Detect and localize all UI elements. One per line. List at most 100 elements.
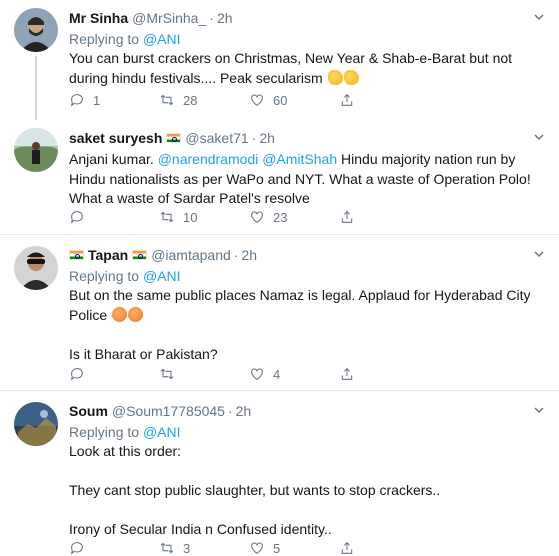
share-button[interactable]	[339, 540, 429, 556]
reply-icon	[70, 94, 83, 107]
replying-to-label: Replying to	[69, 268, 143, 284]
tweet-line: What a waste of Sardar Patel's resolve	[69, 190, 310, 206]
tweet-line: You can burst crackers on Christmas, New…	[69, 50, 513, 66]
tweet-line: Irony of Secular India n Confused identi…	[69, 521, 332, 537]
chevron-down-icon[interactable]	[533, 247, 545, 265]
tweet-4[interactable]: Soum @Soum17785045 · 2h Replying to @ANI…	[0, 391, 559, 556]
author-name[interactable]: Tapan	[88, 247, 128, 263]
reply-count: 1	[93, 92, 101, 108]
tweet-timestamp[interactable]: 2h	[217, 10, 233, 26]
retweet-button[interactable]: 3	[159, 540, 249, 556]
author-handle[interactable]: @Soum17785045	[112, 403, 225, 419]
tweet-feed: Mr Sinha @MrSinha_ · 2h Replying to @ANI…	[0, 0, 559, 556]
avatar[interactable]	[14, 8, 58, 52]
tweet-line: during hindu festivals.... Peak seculari…	[69, 69, 323, 86]
mention-link[interactable]: @narendramodi	[158, 151, 259, 167]
replying-to-link[interactable]: @ANI	[143, 268, 181, 284]
like-count: 4	[273, 366, 281, 382]
replying-to: Replying to @ANI	[69, 266, 531, 286]
separator-dot: ·	[233, 247, 239, 263]
tweet-line: Anjani kumar. @narendramodi @AmitShah Hi…	[69, 150, 531, 170]
retweet-count: 3	[183, 540, 191, 556]
tweet-3[interactable]: Tapan @iamtapand · 2h Replying to @ANI B…	[0, 235, 559, 390]
replying-to: Replying to @ANI	[69, 29, 531, 49]
heart-icon	[251, 368, 263, 380]
like-count: 60	[273, 92, 288, 108]
separator-dot: ·	[209, 10, 214, 26]
clapping-hands-emoji	[343, 69, 359, 85]
like-count: 23	[273, 209, 288, 225]
angry-face-emoji	[128, 306, 144, 322]
india-flag-icon	[166, 133, 182, 143]
avatar[interactable]	[14, 128, 58, 172]
share-button[interactable]	[339, 209, 429, 225]
replying-to-label: Replying to	[69, 31, 143, 47]
author-handle[interactable]: @MrSinha_	[132, 10, 206, 26]
tweet-actions: 10 23	[69, 209, 429, 225]
avatar[interactable]	[14, 402, 58, 446]
tweet-line: Is it Bharat or Pakistan?	[69, 345, 218, 362]
tweet-prefix: Anjani kumar.	[69, 151, 158, 167]
tweet-text: Look at this order: They cant stop publi…	[69, 442, 531, 540]
author-name[interactable]: saket suryesh	[69, 130, 162, 146]
heart-icon	[251, 542, 263, 554]
like-count: 5	[273, 540, 281, 556]
replying-to-link[interactable]: @ANI	[143, 424, 181, 440]
reply-button[interactable]	[69, 366, 159, 382]
tweet-line: But on the same public places Namaz is l…	[69, 287, 531, 303]
retweet-count: 28	[183, 92, 198, 108]
tweet-line-wrap: Police	[69, 306, 531, 326]
retweet-button[interactable]: 28	[159, 92, 249, 108]
tweet-actions: 1 28 60	[69, 92, 429, 108]
reply-button[interactable]: 1	[69, 92, 159, 108]
like-button[interactable]: 23	[249, 209, 339, 225]
share-icon	[341, 210, 353, 223]
tweet-line-wrap: during hindu festivals.... Peak seculari…	[69, 69, 531, 89]
reply-button[interactable]	[69, 540, 159, 556]
india-flag-icon	[132, 250, 148, 260]
like-button[interactable]: 5	[249, 540, 339, 556]
tweet-text: Anjani kumar. @narendramodi @AmitShah Hi…	[69, 150, 531, 209]
author-name[interactable]: Mr Sinha	[69, 10, 128, 26]
like-button[interactable]: 60	[249, 92, 339, 108]
avatar[interactable]	[14, 246, 58, 290]
clapping-hands-emoji	[327, 69, 343, 85]
retweet-icon	[160, 368, 174, 380]
share-button[interactable]	[339, 366, 429, 382]
chevron-down-icon[interactable]	[533, 403, 545, 421]
reply-icon	[70, 542, 83, 555]
share-icon	[341, 541, 353, 554]
reply-icon	[70, 368, 83, 381]
author-handle[interactable]: @iamtapand	[151, 247, 231, 263]
heart-icon	[251, 94, 263, 106]
tweet-line: Hindu nationalists as per WaPo and NYT. …	[69, 170, 531, 187]
author-name[interactable]: Soum	[69, 403, 108, 419]
chevron-down-icon[interactable]	[533, 10, 545, 28]
share-icon	[341, 367, 353, 380]
replying-to: Replying to @ANI	[69, 422, 531, 442]
tweet-timestamp[interactable]: 2h	[236, 403, 252, 419]
share-icon	[341, 93, 353, 106]
tweet-1[interactable]: Mr Sinha @MrSinha_ · 2h Replying to @ANI…	[0, 0, 559, 120]
retweet-button[interactable]	[159, 366, 249, 382]
retweet-icon	[160, 94, 174, 106]
reply-icon	[70, 211, 83, 224]
like-button[interactable]: 4	[249, 366, 339, 382]
tweet-line: Look at this order:	[69, 443, 182, 459]
tweet-line: They cant stop public slaughter, but wan…	[69, 482, 441, 498]
tweet-timestamp[interactable]: 2h	[241, 247, 257, 263]
tweet-actions: 3 5	[69, 540, 429, 556]
tweet-2[interactable]: saket suryesh @saket71 · 2h Anjani kumar…	[0, 120, 559, 234]
reply-button[interactable]	[69, 209, 159, 225]
heart-icon	[251, 211, 263, 223]
replying-to-link[interactable]: @ANI	[143, 31, 181, 47]
tweet-suffix: Hindu majority nation run by	[337, 151, 516, 167]
chevron-down-icon[interactable]	[533, 130, 545, 148]
retweet-button[interactable]: 10	[159, 209, 249, 225]
author-handle[interactable]: @saket71	[185, 130, 248, 146]
separator-dot: ·	[251, 130, 257, 146]
angry-face-emoji	[112, 306, 128, 322]
share-button[interactable]	[339, 92, 429, 108]
tweet-timestamp[interactable]: 2h	[259, 130, 275, 146]
mention-link[interactable]: @AmitShah	[262, 151, 337, 167]
